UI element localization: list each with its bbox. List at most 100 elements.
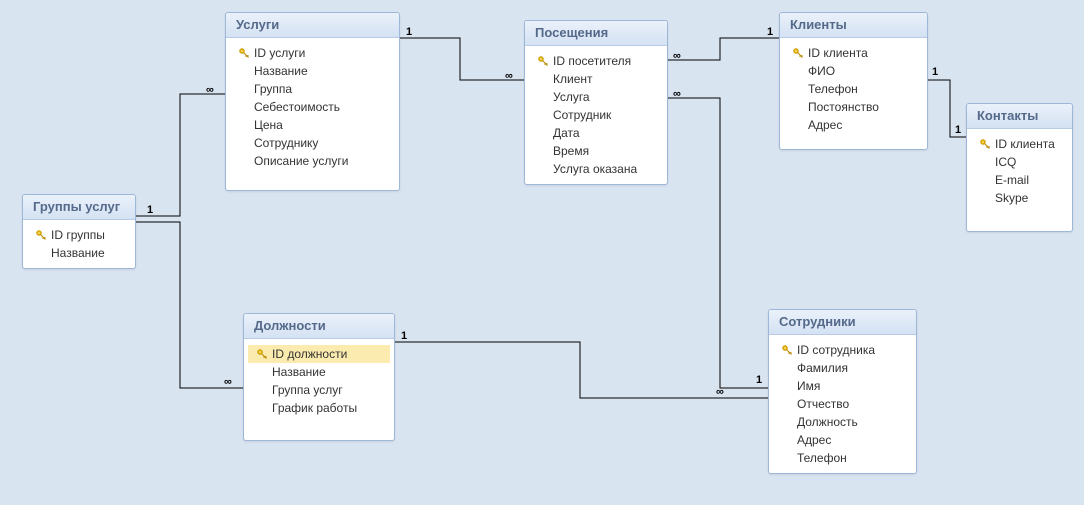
field-row[interactable]: Имя [773, 377, 912, 395]
field-label: Цена [252, 117, 283, 133]
field-label: Постоянство [806, 99, 879, 115]
field-row[interactable]: ID сотрудника [773, 341, 912, 359]
entity-header[interactable]: Группы услуг [23, 195, 135, 220]
field-row[interactable]: Дата [529, 124, 663, 142]
field-row[interactable]: Услуга [529, 88, 663, 106]
field-row[interactable]: Отчество [773, 395, 912, 413]
cardinality-many: ∞ [505, 70, 513, 82]
entity-services[interactable]: Услуги ID услугиНазвание ГруппаСебестоимо… [225, 12, 400, 191]
key-slot [236, 47, 252, 59]
cardinality-many: ∞ [716, 386, 724, 398]
cardinality-many: ∞ [673, 50, 681, 62]
primary-key-icon [537, 55, 549, 67]
entity-positions[interactable]: Должности ID должностиНазваниеГруппа усл… [243, 313, 395, 441]
field-label: Фамилия [795, 360, 848, 376]
entity-body: ID услугиНазвание ГруппаСебестоимостьЦена… [226, 38, 399, 176]
field-label: ID посетителя [551, 53, 631, 69]
entity-body: ID клиента ICQ E-mail Skype [967, 129, 1072, 213]
field-row[interactable]: Сотруднику [230, 134, 395, 152]
field-label: Адрес [795, 432, 831, 448]
field-row[interactable]: ID клиента [971, 135, 1068, 153]
cardinality-1: 1 [767, 26, 773, 38]
field-row[interactable]: ID услуги [230, 44, 395, 62]
field-row[interactable]: ICQ [971, 153, 1068, 171]
field-row[interactable]: Группа [230, 80, 395, 98]
field-label: Название [252, 63, 308, 79]
cardinality-many: ∞ [224, 376, 232, 388]
field-row[interactable]: Цена [230, 116, 395, 134]
entity-title: Посещения [535, 25, 608, 40]
field-row[interactable]: Услуга оказана [529, 160, 663, 178]
field-row[interactable]: ФИО [784, 62, 923, 80]
entity-contacts[interactable]: Контакты ID клиента ICQ E-mail Skype [966, 103, 1073, 232]
cardinality-1: 1 [955, 124, 961, 136]
diagram-canvas[interactable]: 1 ∞ ∞ 1 ∞ ∞ 1 ∞ 1 1 ∞ 1 1 Группы услуг I… [0, 0, 1084, 505]
entity-groups[interactable]: Группы услуг ID группыНазвание [22, 194, 136, 269]
field-row[interactable]: ID должности [248, 345, 390, 363]
cardinality-many: ∞ [673, 88, 681, 100]
entity-header[interactable]: Должности [244, 314, 394, 339]
field-row[interactable]: Адрес [784, 116, 923, 134]
entity-body: ID посетителяКлиентУслугаСотрудникДатаВр… [525, 46, 667, 184]
entity-body: ID должностиНазваниеГруппа услугГрафик р… [244, 339, 394, 423]
field-row[interactable]: Описание услуги [230, 152, 395, 170]
entity-header[interactable]: Посещения [525, 21, 667, 46]
field-label: E-mail [993, 172, 1029, 188]
field-label: Название [270, 364, 326, 380]
field-row[interactable]: Skype [971, 189, 1068, 207]
key-slot [254, 348, 270, 360]
key-slot [779, 344, 795, 356]
entity-title: Контакты [977, 108, 1038, 123]
field-row[interactable]: Время [529, 142, 663, 160]
field-label: Сотрудник [551, 107, 611, 123]
field-row[interactable]: Название [248, 363, 390, 381]
field-label: ID клиента [806, 45, 868, 61]
field-label: Skype [993, 190, 1028, 206]
entity-header[interactable]: Услуги [226, 13, 399, 38]
field-label: Группа [252, 81, 292, 97]
key-slot [977, 138, 993, 150]
field-row[interactable]: ID клиента [784, 44, 923, 62]
entity-employees[interactable]: Сотрудники ID сотрудника ФамилияИмяОтчест… [768, 309, 917, 474]
field-row[interactable]: Сотрудник [529, 106, 663, 124]
cardinality-many: ∞ [206, 84, 214, 96]
entity-title: Группы услуг [33, 199, 120, 214]
field-row[interactable]: График работы [248, 399, 390, 417]
field-row[interactable]: E-mail [971, 171, 1068, 189]
primary-key-icon [256, 348, 268, 360]
entity-title: Услуги [236, 17, 279, 32]
field-row[interactable]: Фамилия [773, 359, 912, 377]
field-row[interactable]: Название [230, 62, 395, 80]
field-row[interactable]: Постоянство [784, 98, 923, 116]
field-row[interactable]: Себестоимость [230, 98, 395, 116]
entity-title: Должности [254, 318, 326, 333]
entity-visits[interactable]: Посещения ID посетителяКлиентУслугаСотру… [524, 20, 668, 185]
field-row[interactable]: Телефон [773, 449, 912, 467]
field-label: ID клиента [993, 136, 1055, 152]
primary-key-icon [792, 47, 804, 59]
key-slot [535, 55, 551, 67]
field-label: ICQ [993, 154, 1016, 170]
primary-key-icon [979, 138, 991, 150]
field-row[interactable]: Должность [773, 413, 912, 431]
entity-clients[interactable]: Клиенты ID клиентаФИОТелефонПостоянство А… [779, 12, 928, 150]
field-label: Адрес [806, 117, 842, 133]
field-label: ID сотрудника [795, 342, 875, 358]
key-slot [790, 47, 806, 59]
field-row[interactable]: Телефон [784, 80, 923, 98]
field-row[interactable]: Название [27, 244, 131, 262]
field-label: Телефон [795, 450, 847, 466]
field-row[interactable]: Адрес [773, 431, 912, 449]
field-label: График работы [270, 400, 357, 416]
field-row[interactable]: Группа услуг [248, 381, 390, 399]
field-row[interactable]: ID посетителя [529, 52, 663, 70]
primary-key-icon [238, 47, 250, 59]
primary-key-icon [781, 344, 793, 356]
entity-header[interactable]: Сотрудники [769, 310, 916, 335]
primary-key-icon [35, 229, 47, 241]
entity-header[interactable]: Клиенты [780, 13, 927, 38]
field-row[interactable]: Клиент [529, 70, 663, 88]
field-row[interactable]: ID группы [27, 226, 131, 244]
entity-body: ID группыНазвание [23, 220, 135, 268]
entity-header[interactable]: Контакты [967, 104, 1072, 129]
